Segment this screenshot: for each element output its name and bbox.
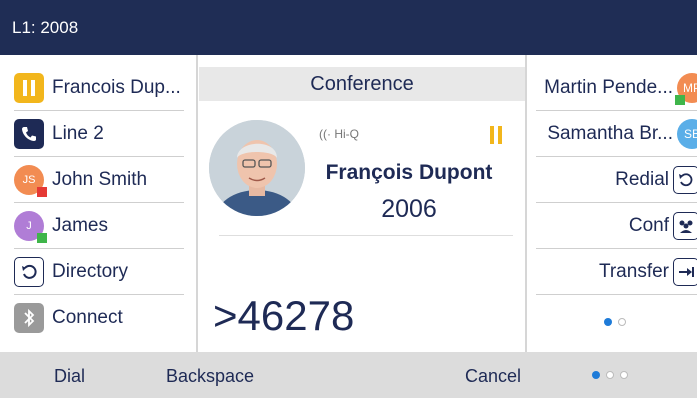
conf-label: Conf	[628, 214, 669, 236]
line-key-john-smith[interactable]: JS John Smith	[14, 157, 184, 203]
redial-label: Redial	[615, 168, 669, 190]
backspace-softkey[interactable]: Backspace	[166, 366, 254, 387]
avatar-initials: SB	[683, 126, 697, 141]
avatar-initials: JS	[22, 173, 36, 186]
line-key-connect[interactable]: Connect	[14, 295, 184, 341]
line-key-james[interactable]: J James	[14, 203, 184, 249]
hiq-audio-badge: ((· Hi-Q	[319, 127, 359, 141]
bluetooth-icon	[14, 303, 44, 333]
pause-icon	[14, 72, 44, 103]
presence-busy-indicator	[37, 186, 47, 197]
contact-avatar: SB	[677, 118, 697, 149]
panel-divider	[196, 55, 198, 352]
contact-avatar: J	[14, 210, 47, 243]
redial-key[interactable]: Redial	[536, 157, 697, 203]
redial-icon	[673, 165, 697, 194]
panel-divider	[525, 55, 527, 352]
page-dot-active	[604, 318, 612, 326]
avatar-initials: J	[26, 219, 32, 232]
line-key-label: Connect	[52, 307, 123, 328]
dialed-digits: >46278	[213, 292, 355, 339]
caller-name: François Dupont	[325, 161, 493, 184]
presence-available-indicator	[37, 232, 47, 243]
contact-avatar: MP	[675, 72, 697, 105]
cancel-softkey[interactable]: Cancel	[465, 366, 521, 387]
status-header: L1: 2008	[0, 0, 697, 55]
softkey-bar: Dial Backspace Cancel	[0, 352, 697, 398]
dial-softkey[interactable]: Dial	[54, 366, 85, 387]
line-key-directory[interactable]: Directory	[14, 249, 184, 295]
conference-icon	[673, 211, 697, 240]
line-key-label: Directory	[52, 260, 129, 282]
speed-dial-label: Samantha Br...	[547, 122, 673, 144]
hd-audio-icon: ((·	[319, 127, 331, 141]
line-key-label: Francois Dup...	[52, 76, 181, 98]
page-dot-active	[592, 371, 600, 379]
speed-dial-martin[interactable]: Martin Pende... MP	[536, 65, 697, 111]
directory-icon	[14, 256, 44, 287]
conference-key[interactable]: Conf	[536, 203, 697, 249]
transfer-key[interactable]: Transfer	[536, 249, 697, 295]
call-screen: Conference ((· Hi-Q François Dupont 2006…	[199, 55, 525, 352]
page-dot	[618, 318, 626, 326]
right-soft-keys: Martin Pende... MP Samantha Br... SB Red…	[528, 55, 697, 352]
speed-dial-label: Martin Pende...	[544, 76, 673, 98]
hiq-label: Hi-Q	[334, 127, 360, 141]
caller-photo	[209, 120, 305, 216]
call-divider	[219, 235, 513, 236]
contact-avatar: JS	[14, 164, 47, 197]
right-panel-page-indicator	[604, 318, 626, 326]
page-dot	[606, 371, 614, 379]
presence-available-indicator	[675, 94, 685, 105]
line-key-francois[interactable]: Francois Dup...	[14, 65, 184, 111]
phone-handset-icon	[14, 118, 44, 149]
left-line-keys: Francois Dup... Line 2 JS John Smith J J…	[0, 55, 198, 352]
line-key-line-2[interactable]: Line 2	[14, 111, 184, 157]
transfer-label: Transfer	[598, 260, 669, 282]
line-key-label: James	[52, 214, 108, 236]
line-key-label: John Smith	[52, 168, 148, 190]
transfer-icon	[673, 257, 697, 286]
speed-dial-samantha[interactable]: Samantha Br... SB	[536, 111, 697, 157]
hold-pause-icon	[489, 125, 503, 145]
softkey-page-indicator[interactable]	[592, 371, 628, 379]
caller-number: 2006	[381, 195, 437, 223]
conference-banner: Conference	[199, 67, 525, 101]
line-key-label: Line 2	[52, 122, 104, 144]
page-dot	[620, 371, 628, 379]
line-title: L1: 2008	[12, 18, 79, 37]
avatar-initials: MP	[683, 80, 697, 95]
